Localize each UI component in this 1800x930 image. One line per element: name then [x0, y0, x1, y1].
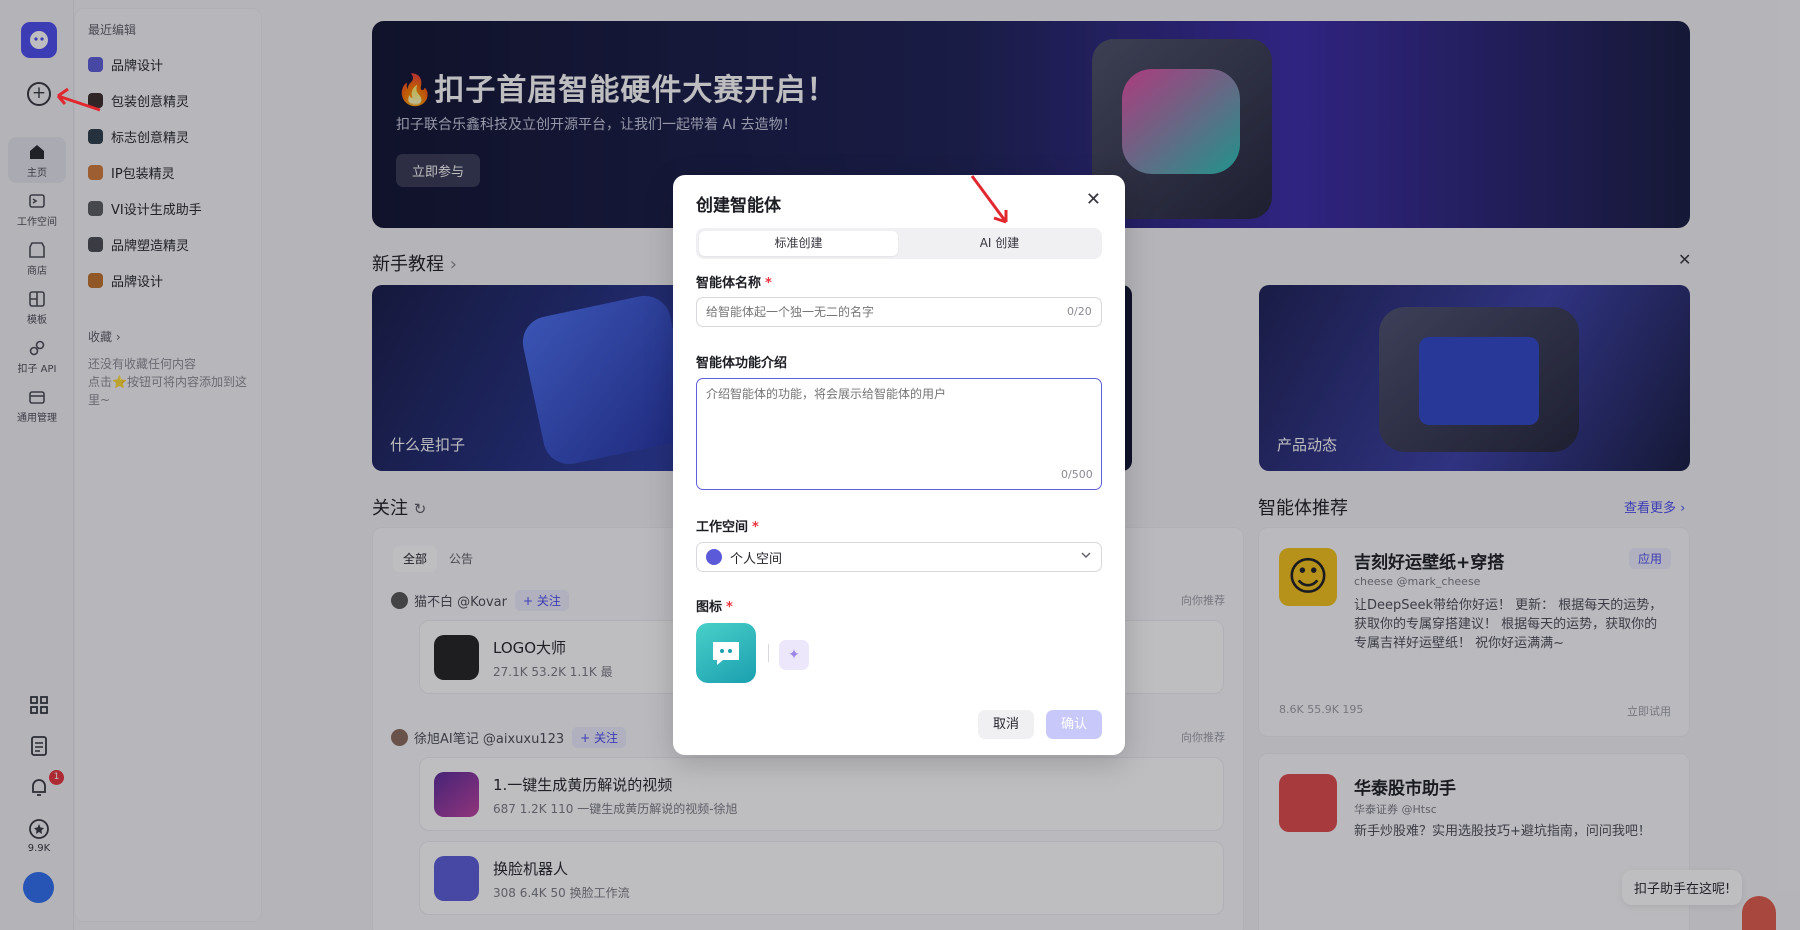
agent-description-input[interactable] [696, 378, 1102, 490]
create-mode-tabs: 标准创建 AI 创建 [696, 228, 1102, 259]
name-label: 智能体名称 * [696, 276, 772, 291]
ai-generate-icon[interactable]: ✦ [779, 640, 809, 670]
chevron-down-icon [1081, 552, 1091, 558]
description-label: 智能体功能介绍 [696, 356, 788, 371]
workspace-label: 工作空间 * [696, 520, 759, 535]
confirm-button[interactable]: 确认 [1046, 710, 1102, 739]
cancel-button[interactable]: 取消 [978, 710, 1034, 739]
icon-label: 图标 * [696, 600, 733, 615]
tab-ai-create[interactable]: AI 创建 [900, 231, 1099, 256]
workspace-select[interactable]: 个人空间 [696, 542, 1102, 572]
name-counter: 0/20 [1067, 305, 1092, 318]
agent-avatar-icon[interactable] [696, 623, 756, 683]
icon-divider [768, 644, 769, 662]
close-icon[interactable]: ✕ [1086, 189, 1101, 210]
tab-standard-create[interactable]: 标准创建 [699, 231, 898, 256]
personal-space-icon [706, 549, 722, 565]
agent-name-input[interactable] [696, 297, 1102, 327]
create-agent-modal: 创建智能体 ✕ 标准创建 AI 创建 智能体名称* 0/20 智能体功能介绍 0… [673, 175, 1125, 755]
chat-bubble-icon [713, 642, 739, 665]
description-counter: 0/500 [1061, 468, 1093, 481]
modal-title: 创建智能体 [696, 196, 781, 216]
